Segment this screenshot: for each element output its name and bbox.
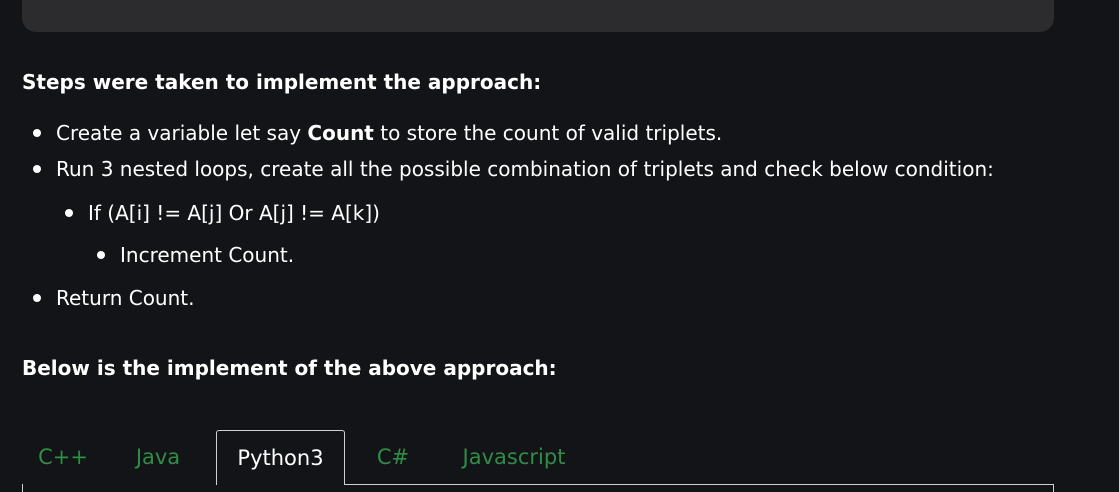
- list-item-step-2-condition: If (A[i] != A[j] Or A[j] != A[k]): [65, 200, 380, 226]
- language-tabs: C++ Java Python3 C# Javascript: [22, 430, 1054, 492]
- step-1-text-bold: Count: [307, 121, 374, 145]
- list-item-step-2: Run 3 nested loops, create all the possi…: [33, 156, 994, 182]
- bullet-icon: [33, 128, 41, 137]
- tab-csharp[interactable]: C#: [360, 430, 426, 484]
- step-2-text: Run 3 nested loops, create all the possi…: [56, 157, 994, 181]
- tab-javascript[interactable]: Javascript: [444, 430, 584, 484]
- step-1-text-post: to store the count of valid triplets.: [373, 121, 723, 145]
- step-2-increment-text: Increment Count.: [120, 243, 295, 267]
- step-3-text: Return Count.: [56, 286, 195, 310]
- tab-cpp[interactable]: C++: [22, 430, 104, 484]
- implementation-heading: Below is the implement of the above appr…: [22, 356, 557, 380]
- bullet-icon: [65, 208, 73, 217]
- step-1-text-pre: Create a variable let say: [56, 121, 308, 145]
- step-2-condition-text: If (A[i] != A[j] Or A[j] != A[k]): [88, 201, 380, 225]
- list-item-step-2-increment: Increment Count.: [97, 242, 294, 268]
- bullet-icon: [33, 293, 41, 302]
- steps-heading: Steps were taken to implement the approa…: [22, 70, 542, 94]
- list-item-step-3: Return Count.: [33, 285, 194, 311]
- code-panel: [22, 484, 1054, 492]
- bullet-icon: [33, 164, 41, 173]
- list-item-step-1: Create a variable let say Count to store…: [33, 120, 722, 146]
- tab-python3[interactable]: Python3: [216, 430, 345, 485]
- article-page: Steps were taken to implement the approa…: [0, 0, 1119, 492]
- code-block-previous: [22, 0, 1054, 32]
- bullet-icon: [97, 250, 105, 259]
- tab-java[interactable]: Java: [118, 430, 198, 484]
